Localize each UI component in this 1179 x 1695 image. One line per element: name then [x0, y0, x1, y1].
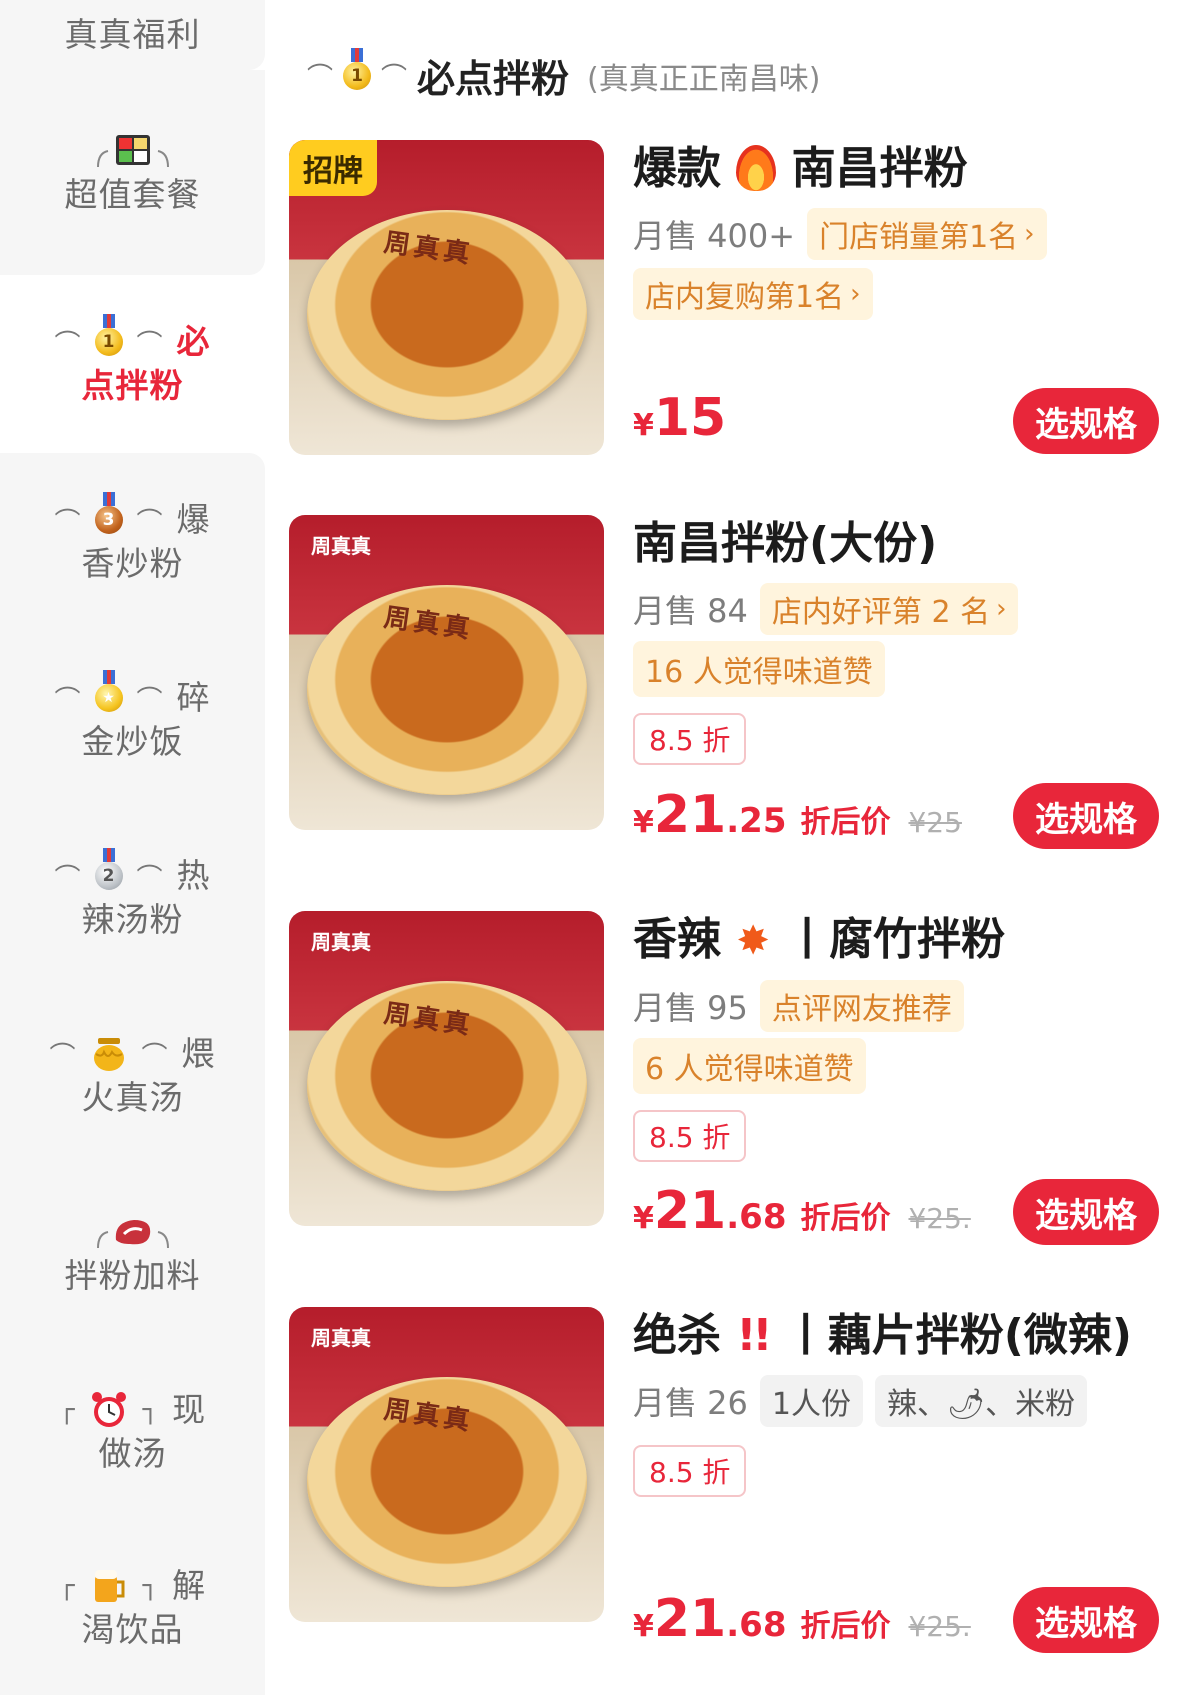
monthly-sales: 月售 400+ — [633, 217, 796, 255]
double-exclamation-icon: !! — [736, 1310, 772, 1361]
sidebar-item-label-line1: 解 — [172, 1566, 207, 1605]
product-image[interactable]: 周真真 周真真 — [289, 515, 604, 830]
praise-tag: 16 人觉得味道赞 — [633, 641, 885, 697]
product-card[interactable]: 周真真 周真真 绝杀 !! 丨藕片拌粉(微辣) 月售 26 1人份 辣、🌶、米粉… — [289, 1307, 1159, 1653]
sidebar-item-toppings[interactable]: 拌粉加料 — [0, 1165, 265, 1343]
original-price: ¥25 — [908, 806, 962, 839]
sidebar-item-label: 点拌粉 — [81, 366, 184, 405]
sidebar-item-fried-rice[interactable]: ⌒ ★ ⌒ 碎 金炒饭 — [0, 631, 265, 809]
price: ¥ 15 — [633, 388, 727, 448]
sidebar-item-label-line1: 碎 — [176, 678, 211, 717]
product-card[interactable]: 周真真 周真真 南昌拌粉(大份) 月售 84 店内好评第 2 名 › 16 人觉得… — [289, 515, 1159, 849]
sidebar-item-label: 辣汤粉 — [81, 900, 184, 939]
original-price: ¥25. — [908, 1610, 971, 1643]
sidebar-item-simmer-soup[interactable]: ⌒ ⌒ 煨 火真汤 — [0, 987, 265, 1165]
discount-tag: 8.5 折 — [633, 713, 747, 765]
original-price: ¥25. — [908, 1202, 971, 1235]
sidebar-item-must-order[interactable]: ⌒ 1 ⌒ 必 点拌粉 — [0, 275, 265, 453]
recommend-badge: 点评网友推荐 — [759, 980, 964, 1032]
sidebar-item-combo[interactable]: 超值套餐 — [0, 70, 265, 275]
sidebar-item-spicy-soup[interactable]: ⌒ 2 ⌒ 热 辣汤粉 — [0, 809, 265, 987]
chevron-right-icon: › — [1024, 219, 1035, 249]
rank-badge[interactable]: 门店销量第1名 › — [807, 208, 1047, 260]
flavor-tag: 辣、🌶、米粉 — [875, 1375, 1088, 1427]
sidebar-item-label: 香炒粉 — [81, 544, 184, 583]
sidebar-item-label: 超值套餐 — [64, 174, 201, 214]
honey-pot-icon — [90, 1032, 128, 1076]
select-spec-button[interactable]: 选规格 — [1013, 783, 1159, 849]
product-name: 绝杀 !! 丨藕片拌粉(微辣) — [633, 1307, 1153, 1365]
sidebar-item-label: 火真汤 — [81, 1078, 184, 1117]
sidebar-item-label-line1: 煨 — [181, 1034, 216, 1073]
portion-tag: 1人份 — [759, 1375, 863, 1427]
bronze-medal-icon: 3 — [94, 492, 123, 534]
category-sidebar: 真真福利 超值套餐 ⌒ 1 ⌒ 必 点拌粉 ⌒ 3 ⌒ 爆 香炒粉 ⌒ ★ ⌒ … — [0, 0, 265, 1695]
alarm-clock-icon — [89, 1388, 129, 1432]
explosion-icon: ✸ — [736, 918, 770, 964]
gold-medal-icon: 1 — [343, 47, 372, 90]
bento-icon — [94, 129, 172, 173]
category-subtitle: (真真正正南昌味) — [587, 61, 821, 97]
monthly-sales: 月售 84 — [633, 592, 748, 630]
sidebar-item-label: 金炒饭 — [81, 722, 184, 761]
chevron-right-icon: › — [850, 279, 861, 309]
product-card[interactable]: 周真真 周真真 香辣 ✸ 丨腐竹拌粉 月售 95 点评网友推荐 6 人觉得味道赞… — [289, 911, 1159, 1245]
select-spec-button[interactable]: 选规格 — [1013, 1587, 1159, 1653]
price: ¥ 21 .68 折后价 ¥25. — [633, 1589, 971, 1649]
price: ¥ 21 .25 折后价 ¥25 — [633, 785, 962, 845]
product-name: 爆款 南昌拌粉 — [633, 143, 968, 194]
sidebar-item-label: 拌粉加料 — [64, 1256, 201, 1295]
praise-tag: 6 人觉得味道赞 — [633, 1038, 866, 1094]
sidebar-item-fresh-soup[interactable]: ┌ ┐ 现 做汤 — [0, 1343, 265, 1521]
sidebar-item-fried-noodles[interactable]: ⌒ 3 ⌒ 爆 香炒粉 — [0, 453, 265, 631]
signature-tag: 招牌 — [289, 140, 377, 196]
sidebar-item-welfare[interactable]: 真真福利 — [0, 0, 265, 70]
discount-tag: 8.5 折 — [633, 1445, 747, 1497]
rank-badge[interactable]: 店内好评第 2 名 › — [759, 583, 1019, 635]
product-name: 南昌拌粉(大份) — [633, 518, 938, 569]
category-title: 必点拌粉 — [417, 57, 570, 101]
product-card[interactable]: 周真真 招牌 爆款 南昌拌粉 月售 400+ 门店销量第1名 › 店内复购第1名 ›… — [289, 140, 1159, 460]
product-image[interactable]: 周真真 周真真 — [289, 911, 604, 1226]
sidebar-item-label: 做汤 — [98, 1434, 167, 1473]
sidebar-item-label-line1: 爆 — [176, 500, 211, 539]
sidebar-item-drinks[interactable]: ┌ ┐ 解 渴饮品 — [0, 1521, 265, 1695]
sidebar-item-label-line1: 热 — [176, 856, 211, 895]
silver-medal-icon: 2 — [94, 848, 123, 890]
product-image[interactable]: 周真真 周真真 — [289, 1307, 604, 1622]
discount-tag: 8.5 折 — [633, 1110, 747, 1162]
product-name: 香辣 ✸ 丨腐竹拌粉 — [633, 911, 1153, 970]
chevron-right-icon: › — [996, 594, 1007, 624]
sidebar-item-label: 真真福利 — [64, 15, 201, 54]
category-header: ⌒ 1 ⌒ 必点拌粉 (真真正正南昌味) — [307, 47, 821, 103]
monthly-sales: 月售 95 — [633, 989, 748, 1027]
select-spec-button[interactable]: 选规格 — [1013, 1179, 1159, 1245]
star-medal-icon: ★ — [94, 670, 123, 712]
sidebar-item-label-line1: 必 — [176, 322, 211, 361]
monthly-sales: 月售 26 — [633, 1384, 748, 1422]
product-image[interactable]: 周真真 招牌 — [289, 140, 604, 455]
beer-mug-icon — [89, 1564, 129, 1608]
gold-medal-icon: 1 — [94, 314, 123, 356]
select-spec-button[interactable]: 选规格 — [1013, 388, 1159, 454]
repurchase-badge[interactable]: 店内复购第1名 › — [633, 268, 873, 320]
fire-icon — [736, 145, 777, 191]
meat-icon — [94, 1210, 172, 1254]
sidebar-item-label-line1: 现 — [172, 1390, 207, 1429]
product-list: ⌒ 1 ⌒ 必点拌粉 (真真正正南昌味) 周真真 招牌 爆款 南昌拌粉 月售 4… — [265, 0, 1179, 1695]
price: ¥ 21 .68 折后价 ¥25. — [633, 1181, 971, 1241]
sidebar-item-label: 渴饮品 — [81, 1610, 184, 1649]
